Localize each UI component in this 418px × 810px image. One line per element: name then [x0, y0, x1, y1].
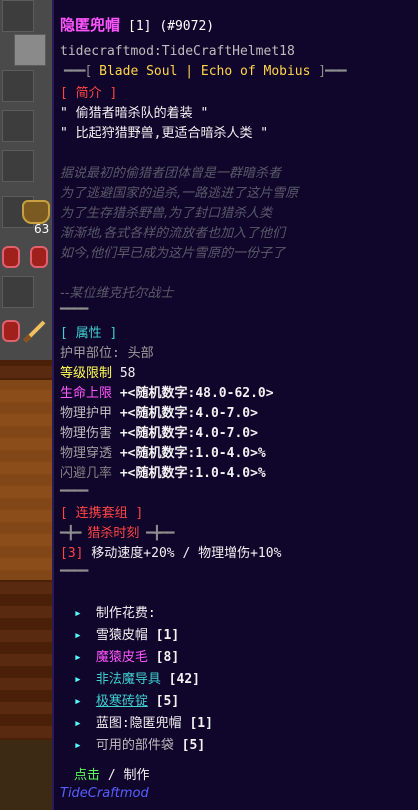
set-name: 猎杀时刻: [87, 526, 140, 541]
craft-item-name: 魔猿皮毛: [95, 650, 148, 665]
quote-line-1: " 偷猎者暗杀队的着装 ": [60, 106, 209, 121]
attributes-header: [ 属性 ]: [60, 326, 118, 341]
item-title: 隐匿兜帽 [1] (#9072): [60, 14, 214, 35]
red-gem-icon[interactable]: [2, 246, 20, 268]
stat-value: +<随机数字:48.0-62.0>: [112, 386, 274, 401]
inventory-panel: 63: [0, 0, 56, 810]
divider: ━━━━: [60, 564, 88, 579]
craft-item-name: 可用的部件袋: [95, 738, 174, 753]
stat-label: 物理穿透: [60, 446, 113, 461]
craft-item-count: [42]: [160, 672, 200, 687]
item-name: 隐匿兜帽: [60, 16, 121, 34]
set-banner-text: Blade Soul | Echo of Mobius: [91, 64, 319, 79]
set-name-left-deco: ━╋━: [60, 526, 88, 541]
stat-value: +<随机数字:4.0-7.0>: [112, 426, 258, 441]
craft-item-count: [1]: [147, 628, 180, 643]
item-meta: [1] (#9072): [128, 19, 215, 34]
stat-line: 物理伤害 +<随机数字:4.0-7.0>: [60, 422, 258, 441]
stat-value: +<随机数字:1.0-4.0>%: [112, 466, 266, 481]
lore-line: 渐渐地,各式各样的流放者也加入了他们: [60, 226, 286, 241]
level-requirement-line: 等级限制 58: [60, 362, 136, 381]
lore-line: 据说最初的偷猎者团体曾是一群暗杀者: [60, 166, 282, 181]
inventory-slot[interactable]: [2, 110, 34, 142]
craft-item-count: [8]: [147, 650, 180, 665]
craft-item: ▸ 非法魔导具 [42]: [74, 668, 200, 687]
set-banner: ━━━[ Blade Soul | Echo of Mobius ]━━━: [64, 64, 347, 79]
set-bonus-line: [3] 移动速度+20% / 物理增伤+10%: [60, 542, 281, 561]
bullet-icon: ▸: [74, 694, 82, 709]
craft-item: ▸ 蓝图:隐匿兜帽 [1]: [74, 712, 213, 731]
action-separator: /: [100, 768, 124, 783]
stat-label: 物理护甲: [60, 406, 113, 421]
stack-count: 63: [34, 222, 50, 236]
stat-label: 物理伤害: [60, 426, 113, 441]
lore-line: 如今,他们早已成为这片雪原的一份子了: [60, 246, 286, 261]
level-label: 等级限制: [60, 366, 113, 381]
set-bonus-count: [3]: [60, 546, 84, 561]
red-gem-icon[interactable]: [30, 246, 48, 268]
craft-item-count: [5]: [173, 738, 206, 753]
stat-label: 闪避几率: [60, 466, 113, 481]
divider: ━━━━: [60, 484, 88, 499]
stat-line: 闪避几率 +<随机数字:1.0-4.0>%: [60, 462, 266, 481]
craft-item-count: [1]: [181, 716, 213, 731]
stat-line: 物理穿透 +<随机数字:1.0-4.0>%: [60, 442, 266, 461]
bullet-icon: ▸: [74, 628, 82, 643]
bullet-icon: ▸: [74, 606, 82, 621]
background-ground: [0, 740, 56, 810]
lore-line: 为了生存猎杀野兽,为了封口猎杀人类: [60, 206, 273, 221]
set-header: [ 连携套组 ]: [60, 506, 144, 521]
craft-item-name: 极寒砖锭: [95, 694, 148, 709]
bullet-icon: ▸: [74, 672, 82, 687]
craft-item: ▸ 极寒砖锭 [5]: [74, 690, 179, 709]
craft-item-name: 雪猿皮帽: [95, 628, 148, 643]
set-name-right-deco: ━╋━━: [139, 526, 174, 541]
craft-item: ▸ 雪猿皮帽 [1]: [74, 624, 179, 643]
bullet-icon: ▸: [74, 738, 82, 753]
stat-value: +<随机数字:1.0-4.0>%: [112, 446, 266, 461]
click-action: 点击: [74, 768, 101, 783]
craft-header: 制作花费:: [95, 606, 156, 621]
stat-value: +<随机数字:4.0-7.0>: [112, 406, 258, 421]
craft-item-name: 蓝图:隐匿兜帽: [95, 716, 182, 731]
level-value: 58: [112, 366, 136, 381]
armor-slot-line: 护甲部位: 头部: [60, 342, 154, 361]
craft-item-name: 非法魔导具: [95, 672, 161, 687]
set-bonus-text: 移动速度+20% / 物理增伤+10%: [83, 546, 282, 561]
craft-item: ▸ 魔猿皮毛 [8]: [74, 646, 179, 665]
lore-signature: --某位维克托尔战士: [60, 286, 174, 301]
stat-label: 生命上限: [60, 386, 113, 401]
craft-item-count: [5]: [147, 694, 180, 709]
craft-header-line: ▸ 制作花费:: [74, 602, 156, 621]
stat-line: 物理护甲 +<随机数字:4.0-7.0>: [60, 402, 258, 421]
inventory-slot[interactable]: [2, 276, 34, 308]
craft-item: ▸ 可用的部件袋 [5]: [74, 734, 205, 753]
gold-pouch-icon[interactable]: [22, 200, 50, 224]
bullet-icon: ▸: [74, 716, 82, 731]
intro-header: [ 简介 ]: [60, 86, 118, 101]
bullet-icon: ▸: [74, 650, 82, 665]
inventory-slot[interactable]: [2, 150, 34, 182]
banner-right-deco: ]━━━: [318, 64, 346, 79]
item-id: tidecraftmod:TideCraftHelmet18: [60, 44, 295, 59]
sword-icon[interactable]: [22, 318, 48, 344]
quote-line-2: " 比起狩猎野兽,更适合暗杀人类 ": [60, 126, 269, 141]
inventory-slot[interactable]: [14, 34, 46, 66]
banner-left-deco: ━━━[: [64, 64, 92, 79]
mod-name: TideCraftmod: [60, 786, 149, 801]
divider: ━━━━: [60, 302, 88, 317]
stat-line: 生命上限 +<随机数字:48.0-62.0>: [60, 382, 274, 401]
background-light: [0, 380, 56, 580]
red-gem-icon[interactable]: [2, 320, 20, 342]
armor-slot-label: 护甲部位:: [60, 346, 120, 361]
inventory-slot[interactable]: [2, 70, 34, 102]
craft-action: 制作: [123, 768, 150, 783]
lore-line: 为了逃避国家的追杀,一路逃进了这片雪原: [60, 186, 299, 201]
action-hint: 点击 / 制作: [74, 764, 150, 783]
armor-slot-value: 头部: [119, 346, 154, 361]
set-name-line: ━╋━ 猎杀时刻 ━╋━━: [60, 522, 174, 541]
item-tooltip: 隐匿兜帽 [1] (#9072) tidecraftmod:TideCraftHe…: [52, 0, 418, 810]
inventory-slot[interactable]: [2, 0, 34, 32]
